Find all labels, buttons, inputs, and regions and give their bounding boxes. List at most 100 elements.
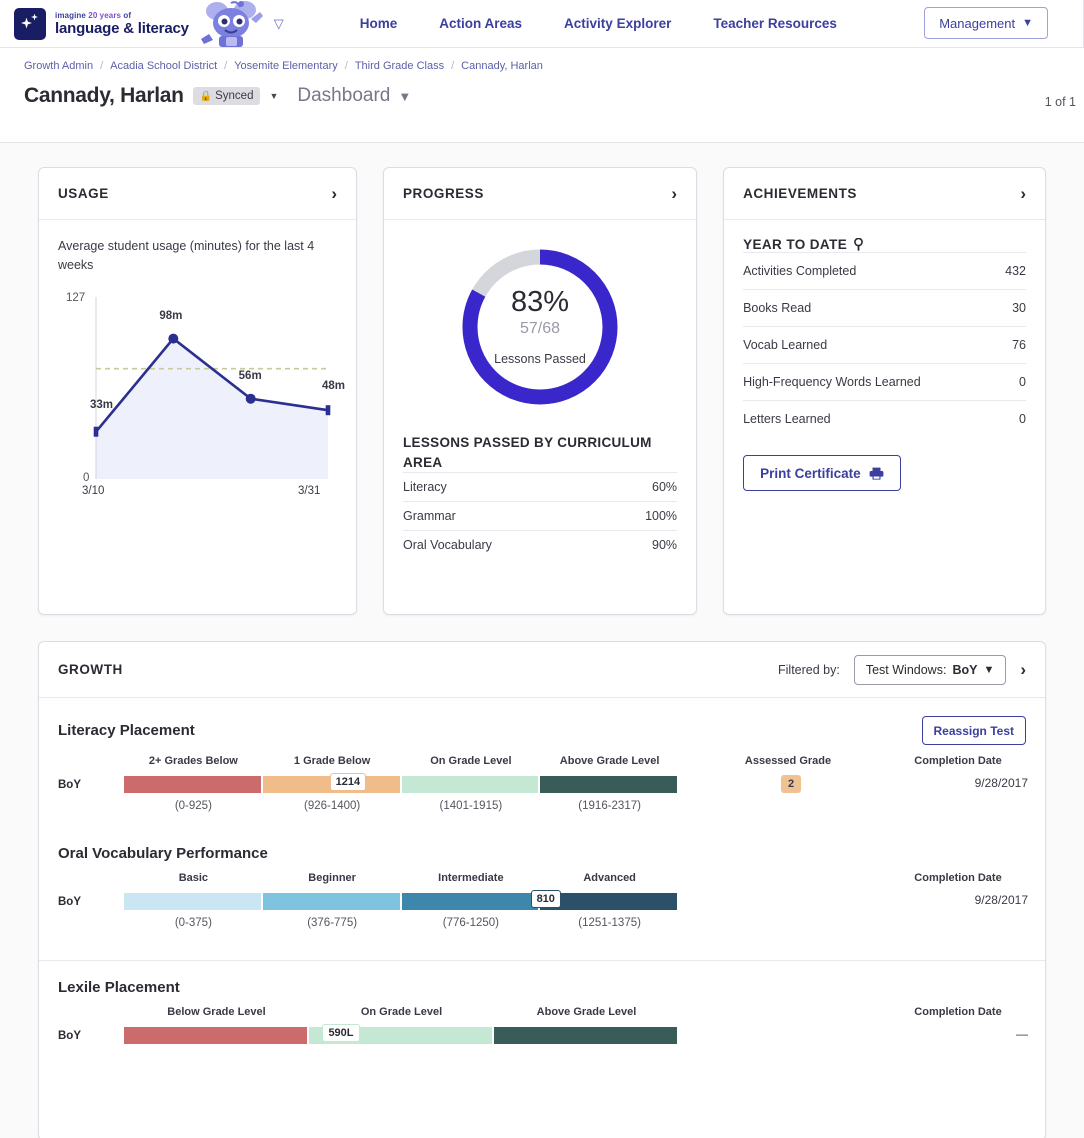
breadcrumb-item-district[interactable]: Acadia School District [110,60,217,72]
achievements-card-body: YEAR TO DATE Activities Completed 432 Bo… [724,220,1045,508]
growth-section-header: Lexile Placement [58,961,1026,996]
breadcrumb-item-class[interactable]: Third Grade Class [355,60,444,72]
growth-section-header: Oral Vocabulary Performance [58,827,1026,862]
curriculum-area-title: LESSONS PASSED BY CURRICULUM AREA [403,435,652,470]
achievement-label: Books Read [743,301,812,315]
curriculum-value: 100% [645,509,678,524]
placement-range-label: (1251-1375) [578,917,641,929]
usage-line-chart: 127 0 3/10 3/31 33m 98m 56m 48m [58,289,345,514]
brand-logo[interactable]: imagine 20 years of language & literacy … [0,0,284,47]
growth-column-header: Beginner [308,872,356,884]
brand-chevron-down-icon[interactable]: ▽ [274,16,284,32]
nav-link-action-areas[interactable]: Action Areas [439,16,522,31]
test-window-select[interactable]: Test Windows: BoY ▼ [853,654,1007,685]
page-body: USAGE › Average student usage (minutes) … [0,143,1084,1138]
management-label: Management [939,15,1016,31]
placement-range-label: (0-925) [174,800,212,812]
donut-percent: 83% [511,286,570,318]
donut-caption: Lessons Passed [494,352,586,366]
growth-column-header: Below Grade Level [167,1006,266,1018]
usage-point-label: 98m [159,310,183,323]
placement-bar-track [124,893,679,910]
chevron-down-icon: ▼ [1022,17,1033,29]
breadcrumb-separator: / [344,60,348,72]
growth-section: Oral Vocabulary Performance Basic Beginner… [39,827,1045,944]
lock-icon: 🔒 [199,90,213,102]
synced-label: Synced [215,90,254,102]
growth-sections: Literacy Placement Reassign Test 2+ Grades… [39,698,1045,1078]
print-certificate-button[interactable]: Print Certificate [743,455,901,491]
achievements-card-title: ACHIEVEMENTS [743,186,857,201]
growth-section-title: Oral Vocabulary Performance [58,845,268,862]
completion-date-value: 9/28/2017 [974,776,1028,790]
printer-icon [869,467,883,480]
donut-fraction: 57/68 [520,320,561,337]
lessons-passed-donut: 83% 57/68 Lessons Passed [403,243,677,411]
completion-date-header: Completion Date [914,872,1002,884]
x-axis-first-label: 3/10 [82,484,105,497]
chevron-down-icon: ▼ [983,663,995,676]
placement-score-marker: 810 [530,890,561,909]
record-pager: 1 of 1 [1044,95,1076,109]
list-item: Grammar 100% [403,501,678,530]
achievement-value: 0 [1019,412,1026,426]
assessed-grade-header: Assessed Grade [744,755,832,767]
growth-expand-chevron-icon[interactable]: › [1020,661,1026,678]
usage-card: USAGE › Average student usage (minutes) … [38,167,357,615]
test-window-value: BoY [952,662,978,677]
placement-range-label: (376-775) [307,917,358,929]
growth-column-header: 2+ Grades Below [148,755,238,767]
growth-section: Literacy Placement Reassign Test 2+ Grades… [39,698,1045,827]
achievements-card-header: ACHIEVEMENTS › [724,168,1045,220]
growth-panel: GROWTH Filtered by: Test Windows: BoY ▼ … [38,641,1046,1138]
page-subheader: Growth Admin / Acadia School District / … [0,48,1084,143]
progress-card-body: 83% 57/68 Lessons Passed LESSONS PASSED … [384,220,696,576]
growth-column-header: Basic [178,872,209,884]
placement-bar-segment [124,1027,307,1044]
curriculum-label: Literacy [403,480,447,495]
growth-row-label: BoY [58,896,81,908]
view-selector-dashboard[interactable]: Dashboard ▼ [297,85,411,107]
breadcrumb-item-growth-admin[interactable]: Growth Admin [24,60,93,72]
print-certificate-label: Print Certificate [760,465,861,481]
management-dropdown[interactable]: Management ▼ [924,7,1048,39]
placement-score-marker: 1214 [329,773,367,792]
usage-expand-chevron-icon[interactable]: › [331,185,337,202]
y-axis-max-label: 127 [66,291,86,304]
nav-link-activity-explorer[interactable]: Activity Explorer [564,16,671,31]
progress-card-header: PROGRESS › [384,168,697,220]
nav-link-home[interactable]: Home [360,16,398,31]
year-to-date-heading: YEAR TO DATE [743,237,1026,252]
usage-card-header: USAGE › [39,168,356,220]
achievements-card: ACHIEVEMENTS › YEAR TO DATE Activities C… [723,167,1046,615]
placement-range-label: (1401-1915) [439,800,503,812]
growth-column-header: On Grade Level [360,1006,443,1018]
usage-point-label: 33m [90,399,114,412]
placement-bar-segment [401,893,539,910]
breadcrumb-item-school[interactable]: Yosemite Elementary [234,60,338,72]
completion-date-value: — [1016,1027,1028,1041]
placement-bar-segment [540,776,677,793]
top-navigation-bar: imagine 20 years of language & literacy … [0,0,1084,48]
growth-panel-header: GROWTH Filtered by: Test Windows: BoY ▼ … [39,642,1045,698]
achievement-label: High-Frequency Words Learned [743,375,921,389]
curriculum-value: 90% [652,538,678,553]
sparkle-logo-icon [14,7,46,40]
growth-row-label: BoY [58,779,81,791]
usage-card-title: USAGE [58,186,109,201]
status-badge-synced[interactable]: 🔒 Synced [192,87,261,105]
placement-range-label: (0-375) [174,917,212,929]
primary-nav-links: Home Action Areas Activity Explorer Teac… [360,16,837,31]
placement-bar-segment [494,1027,677,1044]
placement-bar-track [124,776,679,793]
placement-score-marker: 590L [322,1024,360,1043]
student-options-caret-icon[interactable]: ▼ [269,91,278,101]
summary-cards-row: USAGE › Average student usage (minutes) … [38,167,1046,615]
progress-expand-chevron-icon[interactable]: › [671,185,677,202]
reassign-test-button[interactable]: Reassign Test [921,716,1026,745]
achievements-expand-chevron-icon[interactable]: › [1020,185,1026,202]
y-axis-min-label: 0 [83,471,90,484]
growth-placement-bar: 2+ Grades Below 1 Grade Below On Grade Lev… [58,755,1028,827]
brand-tagline: imagine 20 years of [55,10,132,20]
nav-link-teacher-resources[interactable]: Teacher Resources [713,16,837,31]
